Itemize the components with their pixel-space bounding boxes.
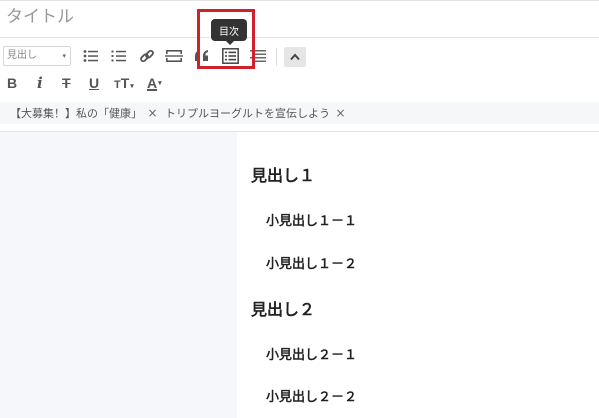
heading-2[interactable]: 小見出し１－１ [266, 210, 357, 229]
bold-icon: B [7, 75, 18, 91]
chevron-up-icon [290, 53, 300, 61]
strikethrough-button[interactable]: T [62, 72, 71, 94]
toolbar-divider [276, 48, 277, 66]
heading-1[interactable]: 見出し１ [251, 162, 315, 186]
bold-button[interactable]: B [7, 72, 17, 94]
underline-button[interactable]: U [89, 72, 99, 94]
text-size-icon: TT▾ [114, 75, 134, 91]
underline-icon: U [89, 75, 100, 91]
remove-tag-icon[interactable]: × [336, 106, 346, 120]
chevron-down-icon: ▾ [158, 80, 162, 87]
chevron-down-icon: ▾ [62, 52, 66, 60]
toolbar-row-1: 見出し ▾ [0, 45, 599, 69]
bullet-list-icon [83, 50, 98, 62]
tag-list: 【大募集！】私の「健康」 × トリプルヨーグルトを宣伝しよう × [0, 102, 599, 124]
heading-2[interactable]: 小見出し２－１ [266, 344, 357, 363]
tag-label: 【大募集！】私の「健康」 [10, 107, 142, 120]
toolbar-row-2: B i T U TT▾ A ▾ [0, 72, 599, 94]
collapse-toolbar-button[interactable] [284, 47, 306, 67]
page-break-button[interactable] [163, 45, 185, 67]
title-bar [0, 0, 599, 38]
link-icon [140, 49, 154, 63]
link-button[interactable] [136, 45, 158, 67]
remove-tag-icon[interactable]: × [148, 106, 158, 120]
tag-label: トリプルヨーグルトを宣伝しよう [165, 107, 330, 120]
text-color-icon: A [147, 75, 158, 91]
numbered-list-button[interactable] [108, 45, 130, 67]
heading-2[interactable]: 小見出し２－２ [266, 386, 357, 405]
editor-content: 見出し１ 小見出し１－１ 小見出し１－２ 見出し２ 小見出し２－１ 小見出し２－… [0, 131, 599, 418]
numbered-list-icon [111, 50, 126, 62]
italic-button[interactable]: i [37, 72, 43, 94]
heading-select-value: 見出し [7, 50, 37, 61]
title-input[interactable] [6, 7, 306, 27]
strikethrough-icon: T [62, 75, 71, 91]
bullet-list-button[interactable] [80, 45, 102, 67]
tag-item: 【大募集！】私の「健康」 × [10, 105, 158, 121]
heading-2[interactable]: 小見出し１－２ [266, 253, 357, 272]
left-pane [0, 132, 237, 418]
text-size-button[interactable]: TT▾ [114, 72, 134, 94]
text-color-button[interactable]: A ▾ [147, 72, 162, 94]
italic-icon: i [37, 74, 43, 92]
tag-item: トリプルヨーグルトを宣伝しよう × [165, 105, 346, 121]
heading-1[interactable]: 見出し２ [251, 296, 315, 320]
highlight-box [197, 9, 255, 69]
page-break-icon [165, 50, 183, 62]
heading-select[interactable]: 見出し ▾ [3, 46, 71, 66]
